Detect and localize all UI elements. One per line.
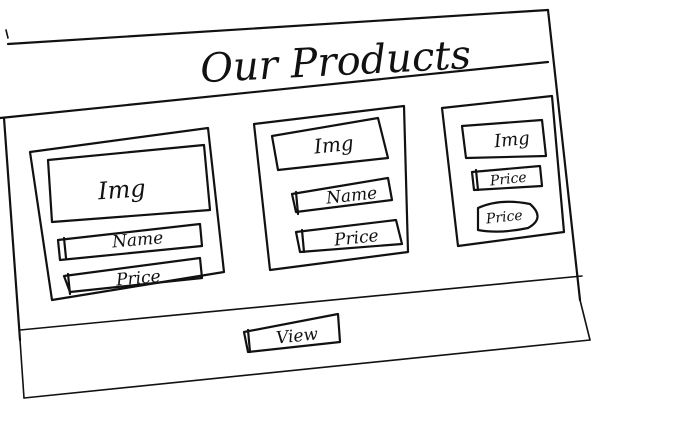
product-name[interactable]: Name	[290, 176, 394, 216]
product-price-label: Price	[114, 267, 161, 291]
header: Our Products	[199, 32, 472, 92]
product-image: Img	[460, 118, 548, 160]
view-button[interactable]: View	[242, 312, 342, 354]
product-name-label: Name	[110, 228, 164, 252]
wireframe-sketch: Our Products Img Name Price Img Name Pri…	[0, 8, 591, 399]
product-image: Img	[46, 143, 212, 224]
product-price[interactable]: Price	[294, 218, 404, 254]
product-image: Img	[270, 116, 390, 172]
product-card[interactable]: Img Price Price	[440, 94, 566, 248]
product-image-label: Img	[492, 128, 531, 153]
product-image-label: Img	[96, 174, 146, 205]
product-price[interactable]: Price	[476, 200, 539, 233]
product-image-label: Img	[312, 131, 355, 159]
product-name[interactable]: Price	[470, 164, 544, 192]
product-card[interactable]: Img Name Price	[28, 126, 226, 302]
product-name-label: Name	[324, 183, 378, 208]
product-card[interactable]: Img Name Price	[252, 104, 410, 272]
product-name[interactable]: Name	[56, 222, 204, 262]
page-title: Our Products	[199, 32, 472, 92]
product-price[interactable]: Price	[62, 256, 204, 296]
product-price-label: Price	[484, 208, 523, 228]
